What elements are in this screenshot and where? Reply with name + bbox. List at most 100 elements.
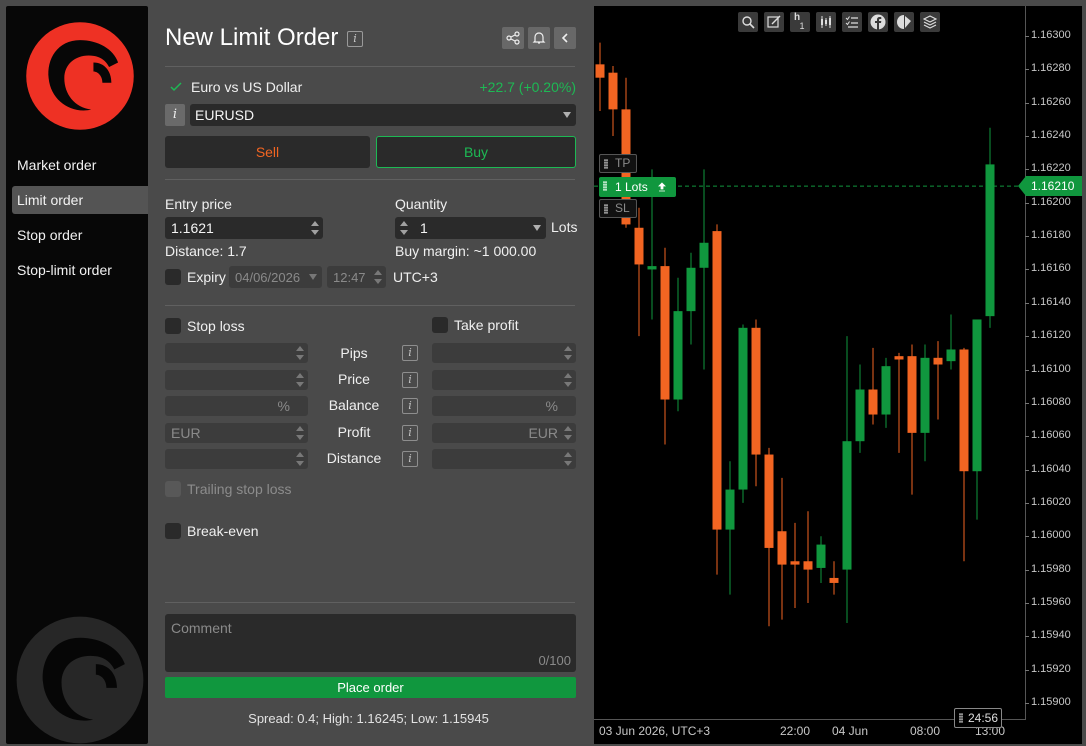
sl-balance-input[interactable]: % <box>165 396 308 416</box>
price-chart[interactable]: h 1 1.16300 1.16280 1.16260 1.16240 1.16220 1… <box>594 6 1082 744</box>
candle-body <box>647 266 657 270</box>
sl-pips-input[interactable] <box>165 343 308 363</box>
candle-body <box>699 242 709 268</box>
stepper-icon[interactable] <box>400 221 408 235</box>
trailing-stop-checkbox[interactable] <box>165 481 181 497</box>
tp-price-input[interactable] <box>432 370 576 390</box>
candle <box>920 344 930 462</box>
buy-button[interactable]: Buy <box>376 136 576 168</box>
sl-distance-input[interactable] <box>165 449 308 469</box>
symbol-select[interactable]: EURUSD <box>190 104 576 126</box>
sidebar-item-market-order[interactable]: Market order <box>6 151 148 179</box>
tp-profit-select[interactable]: EUR <box>432 423 576 443</box>
distance-label: Distance <box>326 450 382 466</box>
entry-price-value: 1.1621 <box>171 220 214 236</box>
sl-profit-select[interactable]: EUR <box>165 423 308 443</box>
sl-price-input[interactable] <box>165 370 308 390</box>
price-tick-label: 1.16300 <box>1031 29 1071 41</box>
candle <box>842 336 852 623</box>
collapse-button[interactable] <box>554 27 576 49</box>
price-tick <box>1025 402 1029 404</box>
price-tick-label: 1.16080 <box>1031 395 1071 408</box>
candle-body <box>985 164 995 317</box>
candle-body <box>634 227 644 265</box>
stepper-icon[interactable] <box>564 426 572 440</box>
chevron-down-icon <box>309 274 317 280</box>
sidebar-item-stop-order[interactable]: Stop order <box>6 221 148 249</box>
order-line-tag[interactable]: 1 Lots <box>599 177 676 197</box>
tp-distance-input[interactable] <box>432 449 576 469</box>
place-order-button[interactable]: Place order <box>165 677 576 698</box>
break-even-checkbox[interactable] <box>165 523 181 539</box>
sl-balance-unit: % <box>277 398 290 414</box>
candle <box>725 461 735 595</box>
check-icon <box>170 79 182 95</box>
expiry-time-input[interactable]: 12:47 <box>327 266 386 288</box>
candle-body <box>959 349 969 472</box>
tp-profit-currency: EUR <box>528 425 558 441</box>
stepper-icon[interactable] <box>296 452 304 466</box>
price-tick-label: 1.16060 <box>1031 429 1071 442</box>
take-profit-handle[interactable]: TP <box>599 154 637 173</box>
price-tick-label: 1.16260 <box>1031 95 1071 108</box>
candle <box>777 477 787 620</box>
candle-body <box>868 389 878 415</box>
pips-label: Pips <box>340 345 368 361</box>
distance-info-icon[interactable]: i <box>402 451 418 467</box>
quantity-select[interactable]: 1 <box>395 217 546 239</box>
sidebar-item-stop-limit-order[interactable]: Stop-limit order <box>6 256 148 284</box>
candle <box>608 66 618 137</box>
stepper-icon[interactable] <box>564 452 572 466</box>
sell-button[interactable]: Sell <box>165 136 370 168</box>
candle-body <box>790 561 800 565</box>
stepper-icon[interactable] <box>296 426 304 440</box>
brand-watermark <box>16 616 144 744</box>
candle-body <box>907 356 917 433</box>
stepper-icon[interactable] <box>374 270 382 284</box>
price-tick <box>1025 703 1029 704</box>
stop-loss-checkbox[interactable] <box>165 318 181 334</box>
candle <box>764 447 774 627</box>
divider <box>165 66 575 67</box>
lots-tag-label: 1 Lots <box>615 180 648 194</box>
sidebar-item-limit-order[interactable]: Limit order <box>12 186 148 214</box>
instrument-change: +22.7 (+0.20%) <box>479 79 576 95</box>
stop-loss-handle[interactable]: SL <box>599 199 637 218</box>
stepper-icon[interactable] <box>296 346 304 360</box>
candlestick-series <box>594 42 1026 627</box>
candle <box>699 169 709 370</box>
candle <box>855 364 865 453</box>
candle-body <box>946 349 956 362</box>
expiry-date-select[interactable]: 04/06/2026 <box>229 266 322 288</box>
pips-info-icon[interactable]: i <box>402 345 418 361</box>
stepper-icon[interactable] <box>311 221 319 235</box>
stepper-icon[interactable] <box>296 373 304 387</box>
expiry-checkbox[interactable] <box>165 269 181 285</box>
stepper-icon[interactable] <box>564 373 572 387</box>
comment-textarea[interactable]: Comment 0/100 <box>165 614 576 672</box>
share-button[interactable] <box>502 27 524 49</box>
price-info-icon[interactable]: i <box>402 372 418 388</box>
price-tick-label: 1.16280 <box>1031 62 1071 75</box>
balance-info-icon[interactable]: i <box>402 398 418 414</box>
entry-price-input[interactable]: 1.1621 <box>165 217 323 239</box>
instrument-info-button[interactable]: i <box>165 104 185 126</box>
candle-timer: 24:56 <box>954 708 1002 728</box>
profit-info-icon[interactable]: i <box>402 425 418 441</box>
title-info-icon[interactable]: i <box>347 31 364 47</box>
price-tick-label: 1.15960 <box>1031 595 1071 608</box>
stepper-icon[interactable] <box>564 346 572 360</box>
price-tick-label: 1.16000 <box>1031 529 1071 542</box>
alert-button[interactable] <box>528 27 550 49</box>
tp-pips-input[interactable] <box>432 343 576 363</box>
price-tick-label: 1.16220 <box>1031 162 1071 175</box>
candle-body <box>777 531 787 565</box>
divider <box>165 602 575 603</box>
price-tick <box>1025 102 1029 104</box>
price-tick <box>1025 69 1029 71</box>
tp-balance-input[interactable]: % <box>432 396 576 416</box>
take-profit-checkbox[interactable] <box>432 317 448 333</box>
price-tick <box>1025 469 1029 471</box>
price-label: Price <box>338 371 370 387</box>
expiry-timezone: UTC+3 <box>393 269 438 285</box>
